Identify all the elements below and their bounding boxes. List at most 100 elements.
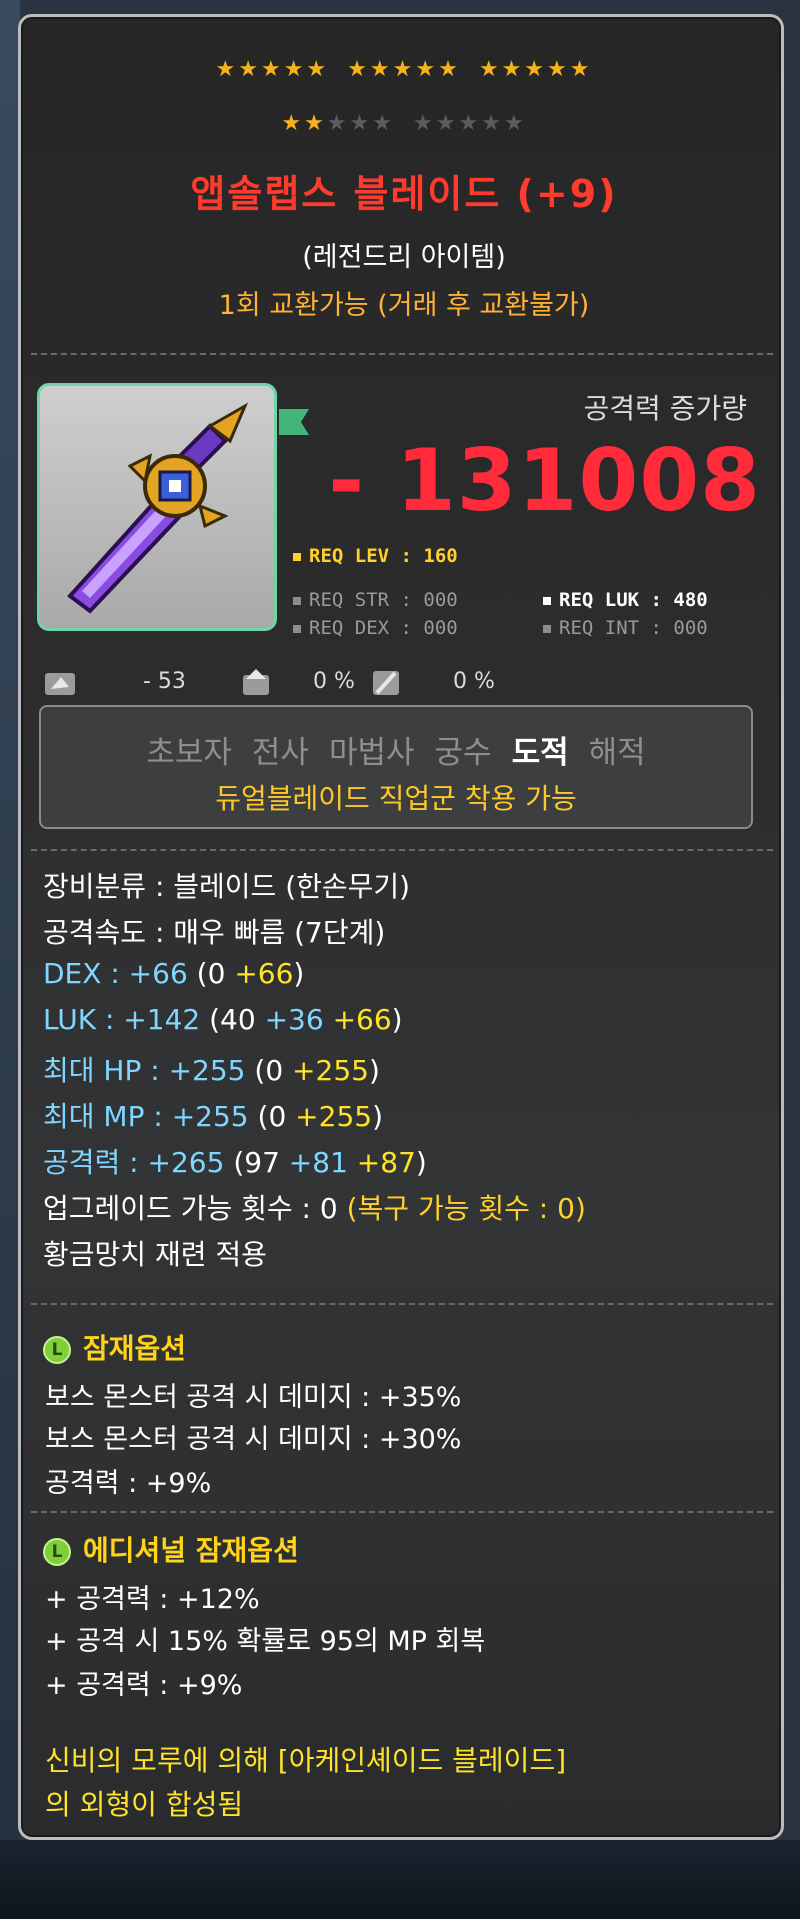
stat-luk-star: +66 (323, 1003, 392, 1036)
divider (31, 353, 773, 355)
paren-open: ( (224, 1146, 245, 1179)
req-int: REQ INT : 000 (543, 617, 708, 639)
stat-attack: 공격력 : +265 (97 +81 +87) (43, 1141, 427, 1181)
legendary-badge-icon: L (43, 1336, 71, 1364)
potential-line: 보스 몬스터 공격 시 데미지 : +30% (45, 1424, 462, 1455)
stat-hp-base: 0 (265, 1054, 284, 1087)
blade-icon (67, 402, 249, 614)
star-empty-icon: ★ (458, 111, 482, 136)
flag-icon (279, 409, 309, 435)
bullet-icon (293, 596, 301, 605)
stat-luk-label: LUK : +142 (43, 1003, 201, 1036)
job-3: 궁수 (434, 735, 492, 771)
job-1: 전사 (251, 735, 309, 771)
knockback-value: - 53 (143, 669, 186, 694)
paren-open: ( (245, 1054, 266, 1087)
star-filled-icon: ★ (369, 57, 393, 82)
anvil-fusion-line-1: 신비의 모루에 의해 [아케인셰이드 블레이드] (45, 1744, 567, 1777)
star-filled-icon: ★ (260, 57, 284, 82)
req-dex: REQ DEX : 000 (293, 617, 458, 639)
star-empty-icon: ★ (349, 111, 373, 136)
item-icon-frame (37, 383, 277, 631)
stat-hp: 최대 HP : +255 (0 +255) (43, 1049, 380, 1089)
stat-hammer: 황금망치 재련 적용 (43, 1238, 267, 1271)
star-filled-icon: ★ (281, 111, 305, 136)
potential-title: L 잠재옵션 (43, 1327, 186, 1367)
star-filled-icon: ★ (501, 57, 525, 82)
req-dex-text: REQ DEX : 000 (309, 617, 458, 639)
potential-line: 보스 몬스터 공격 시 데미지 : +35% (45, 1382, 462, 1413)
star-filled-icon: ★ (547, 57, 570, 82)
req-level-text: REQ LEV : 160 (309, 545, 458, 567)
stat-mp-star: +255 (286, 1100, 373, 1133)
star-empty-icon: ★ (435, 111, 459, 136)
paren-close: ) (372, 1100, 384, 1133)
stat-hp-star: +255 (283, 1054, 369, 1087)
additional-potential-line: + 공격 시 15% 확률로 95의 MP 회복 (45, 1626, 486, 1657)
paren-close: ) (415, 1146, 427, 1179)
paren-close: ) (293, 957, 305, 990)
additional-potential-line: + 공격력 : +9% (45, 1670, 243, 1701)
item-tooltip: ★★★★★ ★★★★★ ★★★★★ ★★★★★ ★★★★★ 앱솔랩스 블레이드 (+9… (18, 14, 784, 1840)
paren-close: ) (391, 1003, 403, 1036)
stat-category: 장비분류 : 블레이드 (한손무기) (43, 870, 411, 903)
star-empty-icon: ★ (503, 111, 527, 136)
knockback-icon (45, 673, 75, 695)
stat-three-value: 0 % (453, 669, 495, 694)
stat-attack-base: 97 (244, 1146, 280, 1179)
paren-close: ) (368, 1054, 380, 1087)
background-window-bottom (0, 1840, 800, 1919)
star-filled-icon: ★ (569, 57, 593, 82)
stat-upgrade-restore: (복구 가능 횟수 : 0) (337, 1192, 586, 1225)
paren-open: ( (248, 1100, 269, 1133)
star-force-row-2: ★★★★★ ★★★★★ (21, 111, 787, 136)
job-2: 마법사 (328, 735, 415, 771)
job-note: 듀얼블레이드 직업군 착용 가능 (215, 782, 577, 815)
stat-speed: 공격속도 : 매우 빠름 (7단계) (43, 916, 386, 949)
star-filled-icon: ★ (415, 57, 439, 82)
stat-dex-flame: +66 (225, 957, 294, 990)
job-requirement-box: 초보자 전사 마법사 궁수 도적 해적 듀얼블레이드 직업군 착용 가능 (39, 705, 753, 829)
stat-luk-flame: +36 (255, 1003, 324, 1036)
shield-stat-icon (243, 669, 269, 695)
additional-potential-line: + 공격력 : +12% (45, 1584, 260, 1615)
stat-luk: LUK : +142 (40 +36 +66) (43, 1003, 403, 1036)
stat-attack-flame: +81 (279, 1146, 348, 1179)
stat-dex: DEX : +66 (0 +66) (43, 957, 304, 990)
bullet-icon (293, 552, 301, 561)
attack-gain-value: - 131008 (328, 431, 761, 531)
star-empty-icon: ★ (326, 111, 350, 136)
stat-dex-base: 0 (207, 957, 226, 990)
stat-mp-label: 최대 MP : +255 (43, 1100, 249, 1133)
divider (31, 1511, 773, 1513)
stat-mp: 최대 MP : +255 (0 +255) (43, 1095, 383, 1135)
star-filled-icon: ★ (392, 57, 416, 82)
job-0: 초보자 (146, 735, 232, 771)
stat-upgrade-text: 업그레이드 가능 횟수 : 0 (43, 1192, 338, 1225)
attack-gain-label: 공격력 증가량 (583, 392, 747, 425)
star-filled-icon: ★ (238, 57, 261, 82)
star-filled-icon: ★ (283, 57, 307, 82)
req-str-text: REQ STR : 000 (309, 589, 458, 611)
star-filled-icon: ★ (306, 57, 330, 82)
req-luk: REQ LUK : 480 (543, 589, 708, 611)
additional-potential-title: L 에디셔널 잠재옵션 (43, 1529, 299, 1569)
bullet-icon (543, 596, 551, 605)
star-filled-icon: ★ (347, 57, 370, 82)
defense-ignore-icon (373, 671, 399, 695)
star-empty-icon: ★ (481, 111, 504, 136)
star-filled-icon: ★ (438, 57, 461, 82)
star-force-row-1: ★★★★★ ★★★★★ ★★★★★ (21, 57, 787, 82)
star-filled-icon: ★ (524, 57, 548, 82)
paren-open: ( (187, 957, 208, 990)
paren-open: ( (200, 1003, 221, 1036)
stat-two-value: 0 % (313, 669, 355, 694)
star-filled-icon: ★ (215, 57, 239, 82)
extra-stats-row: - 53 0 % 0 % (43, 667, 603, 703)
req-level: REQ LEV : 160 (293, 545, 458, 567)
item-name: 앱솔랩스 블레이드 (+9) (190, 172, 618, 216)
background-window-edge (0, 0, 20, 1919)
job-4: 도적 (511, 735, 569, 771)
stat-luk-base: 40 (220, 1003, 256, 1036)
bullet-icon (543, 624, 551, 633)
